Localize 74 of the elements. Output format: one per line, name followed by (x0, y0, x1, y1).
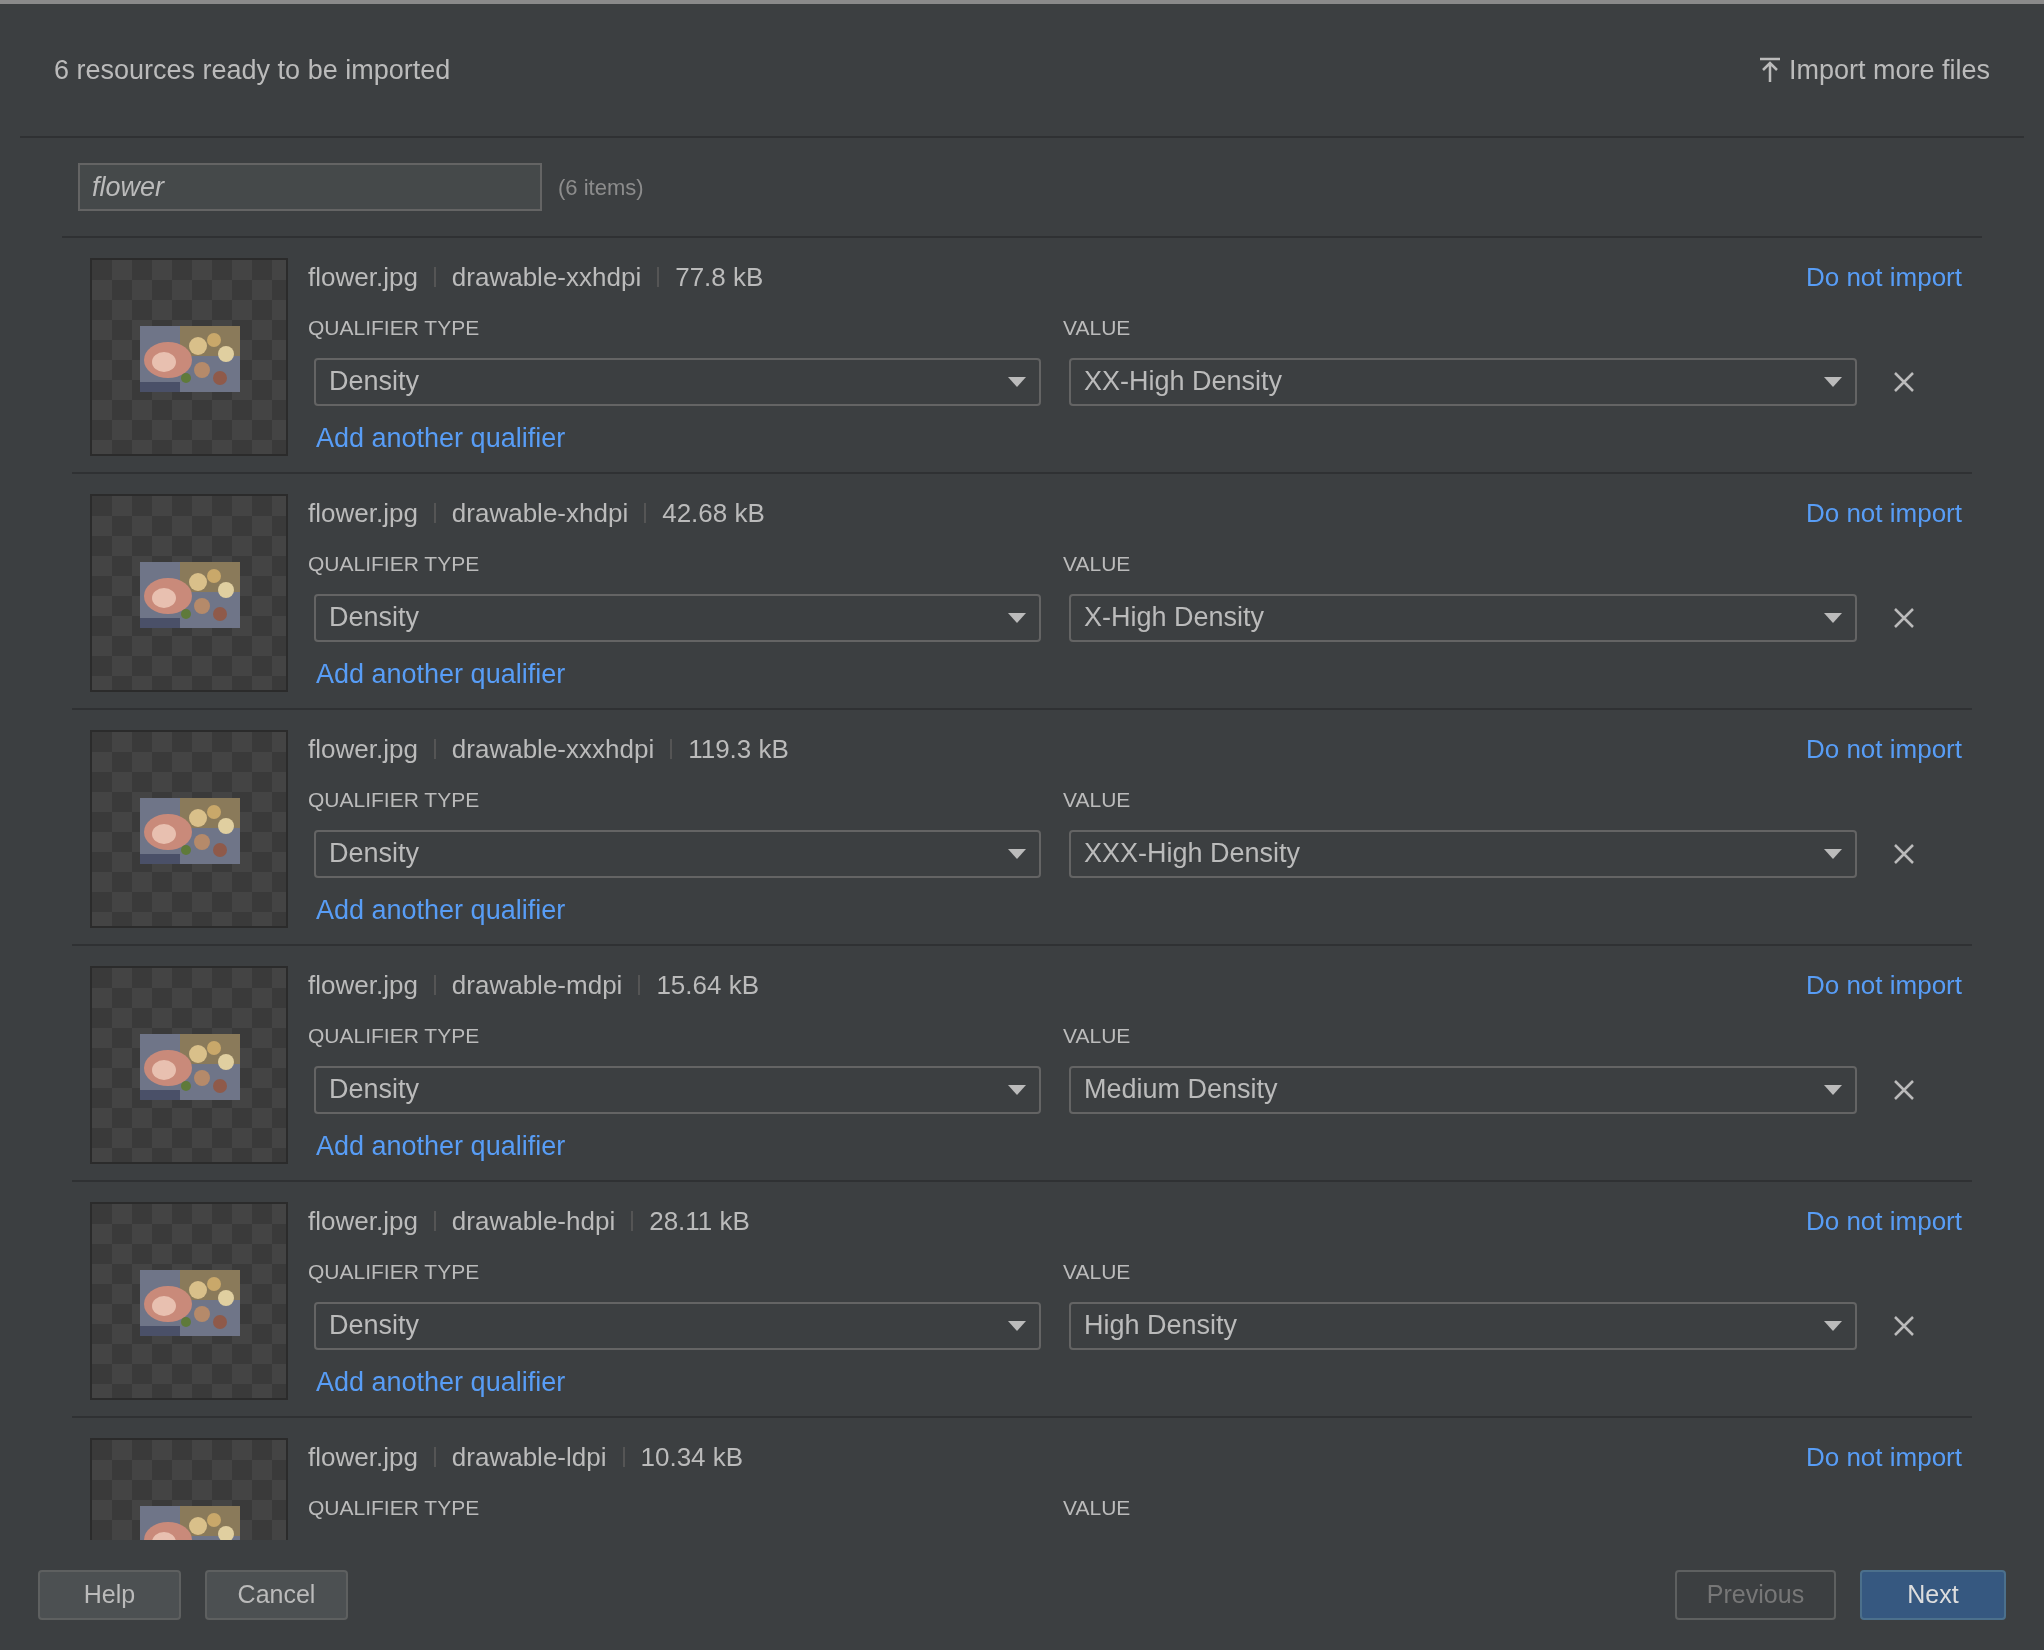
qualifier-type-label: QUALIFIER TYPE (308, 551, 481, 577)
caret-icon (1008, 376, 1026, 387)
file-size: 42.68 kB (662, 496, 765, 530)
add-qualifier-link[interactable]: Add another qualifier (316, 417, 566, 458)
file-name: flower.jpg (308, 732, 418, 766)
qualifier-type-dropdown[interactable]: Density (314, 357, 1041, 406)
dialog-button[interactable]: Help (38, 1570, 181, 1620)
do-not-import-link[interactable]: Do not import (1805, 965, 1962, 1005)
qualifier-type-label: QUALIFIER TYPE (308, 315, 481, 341)
dialog-title: 6 resources ready to be imported (54, 53, 451, 87)
caret-icon (1008, 1084, 1026, 1095)
do-not-import-link[interactable]: Do not import (1805, 257, 1962, 297)
value-dropdown[interactable]: X-High Density (1069, 593, 1857, 642)
dialog-button[interactable]: Cancel (205, 1570, 348, 1620)
close-icon[interactable] (1893, 1078, 1915, 1101)
add-qualifier-link[interactable]: Add another qualifier (316, 1361, 566, 1402)
caret-icon (1008, 848, 1026, 859)
do-not-import-link[interactable]: Do not import (1805, 729, 1962, 769)
do-not-import-link[interactable]: Do not import (1805, 493, 1962, 533)
value-label: VALUE (1063, 787, 1131, 813)
file-size: 28.11 kB (649, 1204, 750, 1238)
folder-name: drawable-xhdpi (451, 496, 629, 530)
folder-name: drawable-xxhdpi (451, 260, 642, 294)
value-label: VALUE (1063, 315, 1131, 341)
value-dropdown[interactable]: XX-High Density (1069, 357, 1857, 406)
file-name: flower.jpg (308, 1440, 418, 1474)
value-label: VALUE (1063, 1495, 1131, 1521)
file-size: 10.34 kB (640, 1440, 744, 1474)
file-size: 77.8 kB (675, 260, 764, 294)
file-name: flower.jpg (308, 260, 418, 294)
caret-icon (1824, 1084, 1842, 1095)
item-count: (6 items) (558, 173, 644, 202)
close-icon[interactable] (1893, 370, 1915, 393)
qualifier-type-label: QUALIFIER TYPE (308, 1495, 481, 1521)
upload-icon (1758, 57, 1781, 83)
qualifier-type-label: QUALIFIER TYPE (308, 1023, 481, 1049)
import-more-files-button[interactable]: Import more files (1758, 49, 1990, 91)
close-icon[interactable] (1893, 606, 1915, 629)
value-label: VALUE (1063, 1259, 1131, 1285)
qualifier-type-dropdown[interactable]: Density (314, 1065, 1041, 1114)
file-size: 15.64 kB (656, 968, 759, 1002)
close-icon[interactable] (1893, 1314, 1915, 1337)
add-qualifier-link[interactable]: Add another qualifier (316, 1125, 566, 1166)
value-label: VALUE (1063, 551, 1131, 577)
folder-name: drawable-xxxhdpi (451, 732, 655, 766)
qualifier-type-label: QUALIFIER TYPE (308, 1259, 481, 1285)
close-icon[interactable] (1893, 842, 1915, 865)
caret-icon (1824, 376, 1842, 387)
do-not-import-link[interactable]: Do not import (1805, 1437, 1962, 1477)
value-label: VALUE (1063, 1023, 1131, 1049)
file-name: flower.jpg (308, 496, 418, 530)
file-size: 119.3 kB (688, 732, 789, 766)
folder-name: drawable-hdpi (451, 1204, 616, 1238)
caret-icon (1824, 1320, 1842, 1331)
caret-icon (1824, 612, 1842, 623)
add-qualifier-link[interactable]: Add another qualifier (316, 653, 566, 694)
file-name: flower.jpg (308, 1204, 418, 1238)
dialog-button[interactable]: Next (1860, 1570, 2006, 1620)
qualifier-type-dropdown[interactable]: Density (314, 829, 1041, 878)
folder-name: drawable-mdpi (451, 968, 623, 1002)
folder-name: drawable-ldpi (451, 1440, 607, 1474)
caret-icon (1008, 612, 1026, 623)
do-not-import-link[interactable]: Do not import (1805, 1201, 1962, 1241)
file-name: flower.jpg (308, 968, 418, 1002)
qualifier-type-dropdown[interactable]: Density (314, 593, 1041, 642)
qualifier-type-label: QUALIFIER TYPE (308, 787, 481, 813)
search-field[interactable]: flower (78, 163, 542, 211)
value-dropdown[interactable]: High Density (1069, 1301, 1857, 1350)
value-dropdown[interactable]: Medium Density (1069, 1065, 1857, 1114)
caret-icon (1824, 848, 1842, 859)
value-dropdown[interactable]: XXX-High Density (1069, 829, 1857, 878)
caret-icon (1008, 1320, 1026, 1331)
add-qualifier-link[interactable]: Add another qualifier (316, 889, 566, 930)
qualifier-type-dropdown[interactable]: Density (314, 1301, 1041, 1350)
